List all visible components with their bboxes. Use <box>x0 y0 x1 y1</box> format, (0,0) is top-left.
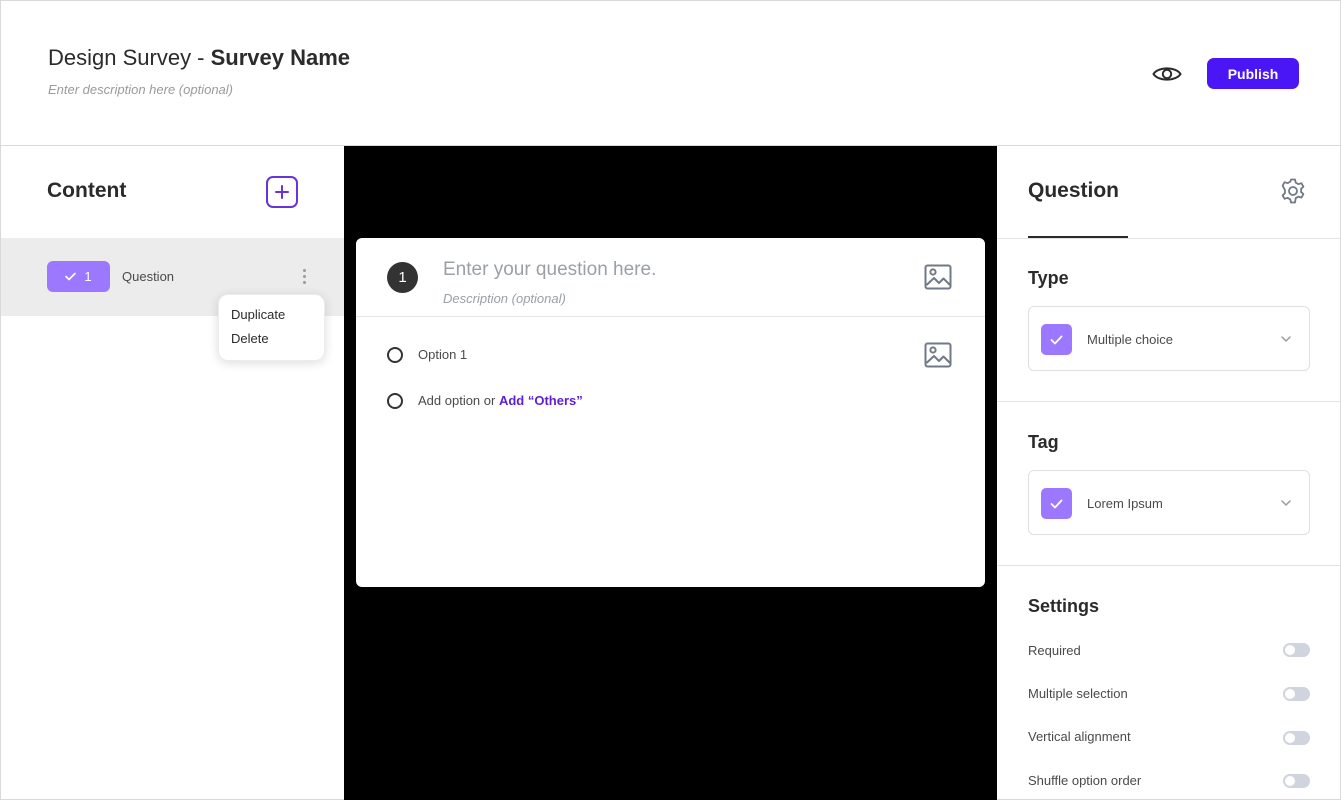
required-toggle[interactable] <box>1283 643 1310 657</box>
content-item-label: Question <box>122 269 175 284</box>
publish-button[interactable]: Publish <box>1207 58 1299 89</box>
check-icon <box>1050 335 1063 344</box>
question-number: 1 <box>84 269 92 284</box>
kebab-dot <box>302 280 306 284</box>
more-options-button[interactable] <box>297 262 311 290</box>
editor-canvas: 1 Enter your question here. Description … <box>344 146 997 800</box>
question-type-value: Multiple choice <box>1087 332 1173 347</box>
survey-description-field[interactable]: Enter description here (optional) <box>48 82 233 97</box>
question-settings-panel: Question Type Multiple choice Tag Lorem … <box>997 146 1341 800</box>
item-context-menu: Duplicate Delete <box>218 294 325 361</box>
survey-name: Survey Name <box>210 45 351 70</box>
option-label[interactable]: Option 1 <box>418 347 467 362</box>
plus-icon <box>275 185 289 199</box>
card-divider <box>356 316 985 317</box>
tag-section-title: Tag <box>1028 432 1059 452</box>
survey-header: Design Survey - Survey Name Enter descri… <box>0 0 1341 146</box>
check-icon <box>1050 499 1063 508</box>
content-panel-title: Content <box>47 179 127 202</box>
setting-label-shuffle-option-order: Shuffle option order <box>1028 773 1142 788</box>
chevron-down-icon <box>1281 500 1291 506</box>
chevron-down-icon <box>1281 336 1291 342</box>
setting-label-vertical-alignment: Vertical alignment <box>1028 729 1131 744</box>
multiple-selection-toggle[interactable] <box>1283 687 1310 701</box>
panel-divider <box>997 238 1341 239</box>
check-icon <box>65 272 77 281</box>
question-number-badge: 1 <box>387 262 418 293</box>
type-check-badge <box>1041 324 1072 355</box>
eye-icon <box>1152 67 1182 81</box>
gear-icon[interactable] <box>1279 177 1307 205</box>
type-section-title: Type <box>1028 268 1069 288</box>
question-text-field[interactable]: Enter your question here. <box>443 259 656 281</box>
panel-divider <box>997 565 1341 566</box>
vertical-alignment-toggle[interactable] <box>1283 731 1310 745</box>
duplicate-menu-item[interactable]: Duplicate <box>231 307 285 322</box>
content-panel: Content 1 Question <box>0 146 345 800</box>
setting-label-required: Required <box>1028 643 1081 658</box>
kebab-dot <box>302 268 306 272</box>
tag-select[interactable]: Lorem Ipsum <box>1028 470 1310 535</box>
tab-question[interactable]: Question <box>1028 179 1119 203</box>
question-description-field[interactable]: Description (optional) <box>443 291 566 306</box>
question-number-chip: 1 <box>47 261 110 292</box>
question-card[interactable]: 1 Enter your question here. Description … <box>356 238 985 587</box>
add-option-radio <box>387 393 403 409</box>
settings-section-title: Settings <box>1028 596 1100 616</box>
add-option-link[interactable]: Add option or <box>418 393 499 408</box>
preview-button[interactable] <box>1151 59 1183 89</box>
option-radio[interactable] <box>387 347 403 363</box>
add-question-button[interactable] <box>266 176 298 208</box>
question-type-select[interactable]: Multiple choice <box>1028 306 1310 371</box>
kebab-dot <box>302 274 306 278</box>
panel-divider <box>997 401 1341 402</box>
add-option-row: Add option or Add “Others” <box>418 393 583 408</box>
image-icon[interactable] <box>924 263 952 291</box>
tag-value: Lorem Ipsum <box>1087 496 1163 511</box>
add-others-link[interactable]: Add “Others” <box>499 393 583 408</box>
delete-menu-item[interactable]: Delete <box>231 331 269 346</box>
shuffle-option-order-toggle[interactable] <box>1283 774 1310 788</box>
tag-check-badge <box>1041 488 1072 519</box>
survey-title-prefix: Design Survey - <box>48 45 211 70</box>
setting-label-multiple-selection: Multiple selection <box>1028 686 1128 701</box>
image-icon[interactable] <box>924 341 952 369</box>
survey-title[interactable]: Design Survey - Survey Name <box>48 45 350 71</box>
